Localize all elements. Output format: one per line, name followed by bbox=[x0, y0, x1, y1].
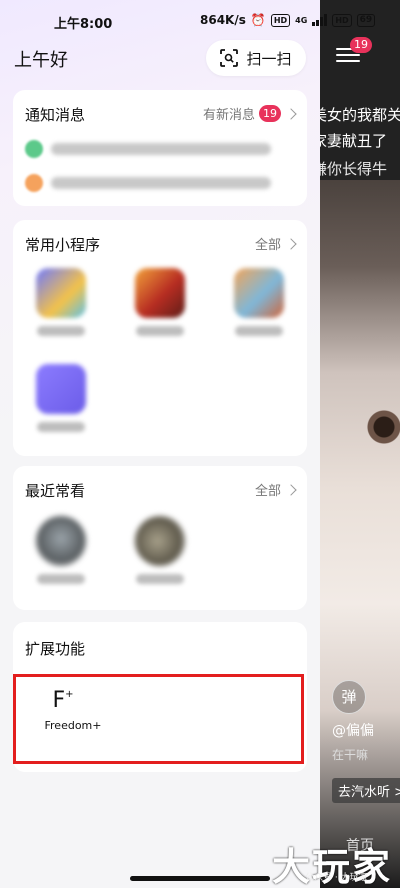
recent-item[interactable] bbox=[124, 516, 196, 584]
recent-avatar bbox=[36, 516, 86, 566]
status-time: 上午8:00 bbox=[54, 17, 113, 32]
app-icon bbox=[135, 268, 185, 318]
notification-item[interactable] bbox=[25, 174, 271, 192]
recent-label-blurred bbox=[136, 574, 184, 584]
new-messages-link[interactable]: 有新消息 19 bbox=[202, 104, 297, 123]
status-bar: 上午8:00 864K/s ⏰ HD 4G HD 69 bbox=[0, 0, 400, 40]
chevron-right-icon bbox=[285, 483, 297, 496]
chevron-right-icon bbox=[285, 237, 297, 250]
danmaku-button[interactable]: 弹 bbox=[332, 680, 366, 714]
notification-text-blurred bbox=[51, 143, 271, 155]
mini-programs-all-link[interactable]: 全部 bbox=[254, 234, 297, 253]
mini-program-app[interactable] bbox=[223, 268, 295, 336]
notification-avatar bbox=[25, 140, 43, 158]
status-indicators: 864K/s ⏰ HD 4G HD 69 bbox=[200, 13, 376, 27]
highlight-annotation bbox=[13, 674, 304, 764]
all-label: 全部 bbox=[254, 484, 281, 499]
recent-label-blurred bbox=[37, 574, 85, 584]
home-indicator[interactable] bbox=[130, 876, 270, 881]
recent-item[interactable] bbox=[25, 516, 97, 584]
mini-program-app[interactable] bbox=[25, 268, 97, 336]
notifications-title: 通知消息 bbox=[25, 106, 86, 124]
mini-programs-title: 常用小程序 bbox=[25, 236, 101, 254]
notification-avatar bbox=[25, 174, 43, 192]
music-tag[interactable]: 去汽水听 > bbox=[332, 778, 400, 803]
mini-programs-card: 常用小程序 全部 bbox=[13, 220, 307, 456]
hd-badge-2: HD bbox=[332, 13, 352, 27]
app-icon bbox=[234, 268, 284, 318]
video-caption-line-3: 嫌你长得牛 bbox=[312, 160, 388, 178]
app-label-blurred bbox=[37, 422, 85, 432]
watermark-caption: 公众号 · 大玩家 bbox=[305, 873, 368, 883]
signal-icon bbox=[312, 14, 328, 26]
recent-card: 最近常看 全部 bbox=[13, 466, 307, 610]
network-type: 4G bbox=[295, 15, 308, 25]
video-description: 在干嘛 bbox=[332, 748, 369, 762]
chevron-right-icon bbox=[285, 107, 297, 120]
extensions-title: 扩展功能 bbox=[25, 640, 86, 658]
notifications-card[interactable]: 通知消息 有新消息 19 bbox=[13, 90, 307, 206]
app-icon bbox=[36, 364, 86, 414]
video-caption-line-2: 家妻献丑了 bbox=[312, 132, 388, 150]
mini-program-app[interactable] bbox=[124, 268, 196, 336]
mini-program-app[interactable] bbox=[25, 364, 97, 432]
video-caption-line-1: 美女的我都关 bbox=[312, 106, 400, 124]
recent-avatar bbox=[135, 516, 185, 566]
all-label: 全部 bbox=[254, 238, 281, 253]
unread-badge: 19 bbox=[259, 105, 281, 122]
new-messages-label: 有新消息 bbox=[202, 108, 255, 123]
app-label-blurred bbox=[235, 326, 283, 336]
alarm-icon: ⏰ bbox=[250, 13, 266, 27]
notification-item[interactable] bbox=[25, 140, 271, 158]
app-icon bbox=[36, 268, 86, 318]
scan-button[interactable]: 扫一扫 bbox=[206, 40, 306, 76]
recent-title: 最近常看 bbox=[25, 482, 86, 500]
app-label-blurred bbox=[136, 326, 184, 336]
notification-text-blurred bbox=[51, 177, 271, 189]
hd-badge-1: HD bbox=[270, 13, 291, 27]
video-author[interactable]: @偏偏 bbox=[332, 720, 374, 740]
battery-icon: 69 bbox=[356, 13, 376, 27]
scan-icon bbox=[220, 49, 239, 67]
recent-all-link[interactable]: 全部 bbox=[254, 480, 297, 499]
greeting-text: 上午好 bbox=[14, 50, 68, 71]
app-label-blurred bbox=[37, 326, 85, 336]
scan-label: 扫一扫 bbox=[246, 49, 292, 68]
network-speed: 864K/s bbox=[200, 13, 246, 27]
